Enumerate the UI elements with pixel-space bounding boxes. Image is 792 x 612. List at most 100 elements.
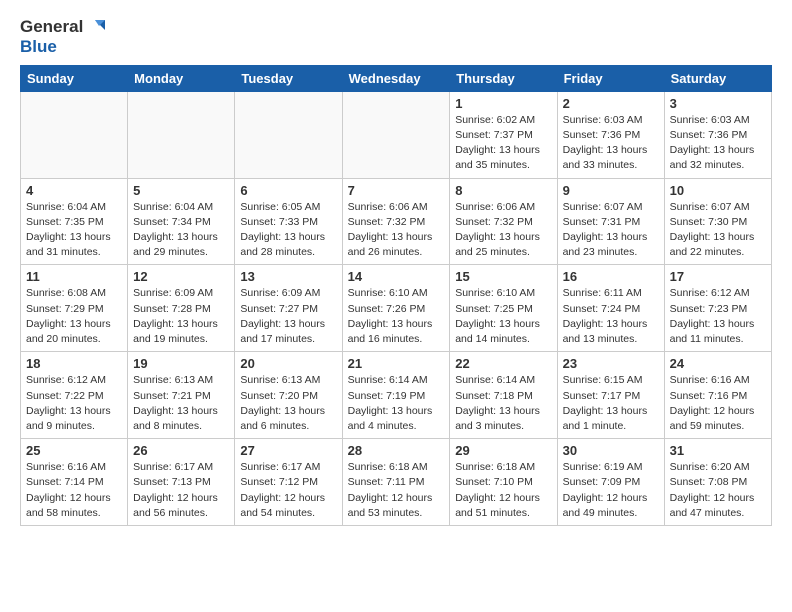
day-info: Sunrise: 6:06 AMSunset: 7:32 PMDaylight:… bbox=[455, 200, 551, 261]
day-cell: 11 Sunrise: 6:08 AMSunset: 7:29 PMDayligh… bbox=[21, 265, 128, 352]
day-number: 13 bbox=[240, 269, 336, 284]
day-number: 17 bbox=[670, 269, 766, 284]
day-cell: 20 Sunrise: 6:13 AMSunset: 7:20 PMDayligh… bbox=[235, 352, 342, 439]
day-info: Sunrise: 6:06 AMSunset: 7:32 PMDaylight:… bbox=[348, 200, 445, 261]
day-info: Sunrise: 6:17 AMSunset: 7:13 PMDaylight:… bbox=[133, 460, 229, 521]
day-cell: 29 Sunrise: 6:18 AMSunset: 7:10 PMDayligh… bbox=[450, 439, 557, 526]
day-cell bbox=[128, 91, 235, 178]
day-cell: 1Sunrise: 6:02 AMSunset: 7:37 PMDaylight… bbox=[450, 91, 557, 178]
day-cell: 15 Sunrise: 6:10 AMSunset: 7:25 PMDayligh… bbox=[450, 265, 557, 352]
day-cell: 30 Sunrise: 6:19 AMSunset: 7:09 PMDayligh… bbox=[557, 439, 664, 526]
day-cell: 10Sunrise: 6:07 AMSunset: 7:30 PMDayligh… bbox=[664, 178, 771, 265]
day-number: 19 bbox=[133, 356, 229, 371]
day-info: Sunrise: 6:15 AMSunset: 7:17 PMDaylight:… bbox=[563, 373, 659, 434]
day-number: 9 bbox=[563, 183, 659, 198]
day-cell: 8 Sunrise: 6:06 AMSunset: 7:32 PMDaylight… bbox=[450, 178, 557, 265]
week-row-4: 18 Sunrise: 6:12 AMSunset: 7:22 PMDayligh… bbox=[21, 352, 772, 439]
day-number: 8 bbox=[455, 183, 551, 198]
day-number: 2 bbox=[563, 96, 659, 111]
week-row-1: 1Sunrise: 6:02 AMSunset: 7:37 PMDaylight… bbox=[21, 91, 772, 178]
logo-bird-icon bbox=[85, 16, 107, 38]
day-cell: 27 Sunrise: 6:17 AMSunset: 7:12 PMDayligh… bbox=[235, 439, 342, 526]
week-row-2: 4 Sunrise: 6:04 AMSunset: 7:35 PMDaylight… bbox=[21, 178, 772, 265]
day-info: Sunrise: 6:04 AMSunset: 7:35 PMDaylight:… bbox=[26, 200, 122, 261]
day-info: Sunrise: 6:09 AMSunset: 7:28 PMDaylight:… bbox=[133, 286, 229, 347]
day-info: Sunrise: 6:17 AMSunset: 7:12 PMDaylight:… bbox=[240, 460, 336, 521]
col-header-friday: Friday bbox=[557, 65, 664, 91]
day-number: 3 bbox=[670, 96, 766, 111]
day-cell: 14 Sunrise: 6:10 AMSunset: 7:26 PMDayligh… bbox=[342, 265, 450, 352]
week-row-5: 25Sunrise: 6:16 AMSunset: 7:14 PMDayligh… bbox=[21, 439, 772, 526]
day-cell bbox=[235, 91, 342, 178]
day-cell: 13 Sunrise: 6:09 AMSunset: 7:27 PMDayligh… bbox=[235, 265, 342, 352]
day-cell: 2 Sunrise: 6:03 AMSunset: 7:36 PMDaylight… bbox=[557, 91, 664, 178]
calendar-header-row: SundayMondayTuesdayWednesdayThursdayFrid… bbox=[21, 65, 772, 91]
day-info: Sunrise: 6:12 AMSunset: 7:23 PMDaylight:… bbox=[670, 286, 766, 347]
day-cell: 26 Sunrise: 6:17 AMSunset: 7:13 PMDayligh… bbox=[128, 439, 235, 526]
day-cell bbox=[342, 91, 450, 178]
day-number: 30 bbox=[563, 443, 659, 458]
day-number: 4 bbox=[26, 183, 122, 198]
day-info: Sunrise: 6:04 AMSunset: 7:34 PMDaylight:… bbox=[133, 200, 229, 261]
day-number: 18 bbox=[26, 356, 122, 371]
col-header-thursday: Thursday bbox=[450, 65, 557, 91]
day-info: Sunrise: 6:08 AMSunset: 7:29 PMDaylight:… bbox=[26, 286, 122, 347]
day-info: Sunrise: 6:09 AMSunset: 7:27 PMDaylight:… bbox=[240, 286, 336, 347]
col-header-saturday: Saturday bbox=[664, 65, 771, 91]
day-cell: 23 Sunrise: 6:15 AMSunset: 7:17 PMDayligh… bbox=[557, 352, 664, 439]
col-header-sunday: Sunday bbox=[21, 65, 128, 91]
day-cell: 21Sunrise: 6:14 AMSunset: 7:19 PMDayligh… bbox=[342, 352, 450, 439]
col-header-tuesday: Tuesday bbox=[235, 65, 342, 91]
day-cell: 12Sunrise: 6:09 AMSunset: 7:28 PMDayligh… bbox=[128, 265, 235, 352]
day-info: Sunrise: 6:03 AMSunset: 7:36 PMDaylight:… bbox=[563, 113, 659, 174]
day-number: 11 bbox=[26, 269, 122, 284]
week-row-3: 11 Sunrise: 6:08 AMSunset: 7:29 PMDayligh… bbox=[21, 265, 772, 352]
day-info: Sunrise: 6:19 AMSunset: 7:09 PMDaylight:… bbox=[563, 460, 659, 521]
day-number: 16 bbox=[563, 269, 659, 284]
day-info: Sunrise: 6:10 AMSunset: 7:26 PMDaylight:… bbox=[348, 286, 445, 347]
day-number: 7 bbox=[348, 183, 445, 198]
day-cell: 18 Sunrise: 6:12 AMSunset: 7:22 PMDayligh… bbox=[21, 352, 128, 439]
day-cell: 7 Sunrise: 6:06 AMSunset: 7:32 PMDaylight… bbox=[342, 178, 450, 265]
day-number: 22 bbox=[455, 356, 551, 371]
day-number: 14 bbox=[348, 269, 445, 284]
day-info: Sunrise: 6:12 AMSunset: 7:22 PMDaylight:… bbox=[26, 373, 122, 434]
logo-general: General bbox=[20, 18, 83, 37]
day-info: Sunrise: 6:16 AMSunset: 7:16 PMDaylight:… bbox=[670, 373, 766, 434]
day-cell: 31Sunrise: 6:20 AMSunset: 7:08 PMDayligh… bbox=[664, 439, 771, 526]
day-cell: 9 Sunrise: 6:07 AMSunset: 7:31 PMDaylight… bbox=[557, 178, 664, 265]
day-cell: 5 Sunrise: 6:04 AMSunset: 7:34 PMDaylight… bbox=[128, 178, 235, 265]
day-info: Sunrise: 6:10 AMSunset: 7:25 PMDaylight:… bbox=[455, 286, 551, 347]
day-cell: 3 Sunrise: 6:03 AMSunset: 7:36 PMDaylight… bbox=[664, 91, 771, 178]
day-number: 25 bbox=[26, 443, 122, 458]
day-cell: 19 Sunrise: 6:13 AMSunset: 7:21 PMDayligh… bbox=[128, 352, 235, 439]
calendar: SundayMondayTuesdayWednesdayThursdayFrid… bbox=[20, 65, 772, 526]
day-number: 20 bbox=[240, 356, 336, 371]
day-info: Sunrise: 6:14 AMSunset: 7:18 PMDaylight:… bbox=[455, 373, 551, 434]
day-info: Sunrise: 6:18 AMSunset: 7:10 PMDaylight:… bbox=[455, 460, 551, 521]
day-number: 6 bbox=[240, 183, 336, 198]
day-cell: 17 Sunrise: 6:12 AMSunset: 7:23 PMDayligh… bbox=[664, 265, 771, 352]
day-number: 29 bbox=[455, 443, 551, 458]
day-info: Sunrise: 6:05 AMSunset: 7:33 PMDaylight:… bbox=[240, 200, 336, 261]
day-number: 26 bbox=[133, 443, 229, 458]
day-info: Sunrise: 6:03 AMSunset: 7:36 PMDaylight:… bbox=[670, 113, 766, 174]
day-info: Sunrise: 6:07 AMSunset: 7:31 PMDaylight:… bbox=[563, 200, 659, 261]
day-cell: 25Sunrise: 6:16 AMSunset: 7:14 PMDayligh… bbox=[21, 439, 128, 526]
day-info: Sunrise: 6:14 AMSunset: 7:19 PMDaylight:… bbox=[348, 373, 445, 434]
day-number: 23 bbox=[563, 356, 659, 371]
day-info: Sunrise: 6:13 AMSunset: 7:20 PMDaylight:… bbox=[240, 373, 336, 434]
day-info: Sunrise: 6:18 AMSunset: 7:11 PMDaylight:… bbox=[348, 460, 445, 521]
day-number: 28 bbox=[348, 443, 445, 458]
day-number: 15 bbox=[455, 269, 551, 284]
day-cell: 24Sunrise: 6:16 AMSunset: 7:16 PMDayligh… bbox=[664, 352, 771, 439]
day-info: Sunrise: 6:13 AMSunset: 7:21 PMDaylight:… bbox=[133, 373, 229, 434]
day-cell: 4 Sunrise: 6:04 AMSunset: 7:35 PMDaylight… bbox=[21, 178, 128, 265]
day-number: 27 bbox=[240, 443, 336, 458]
day-number: 1 bbox=[455, 96, 551, 111]
col-header-monday: Monday bbox=[128, 65, 235, 91]
day-number: 31 bbox=[670, 443, 766, 458]
day-cell bbox=[21, 91, 128, 178]
logo-blue: Blue bbox=[20, 38, 57, 57]
day-number: 5 bbox=[133, 183, 229, 198]
